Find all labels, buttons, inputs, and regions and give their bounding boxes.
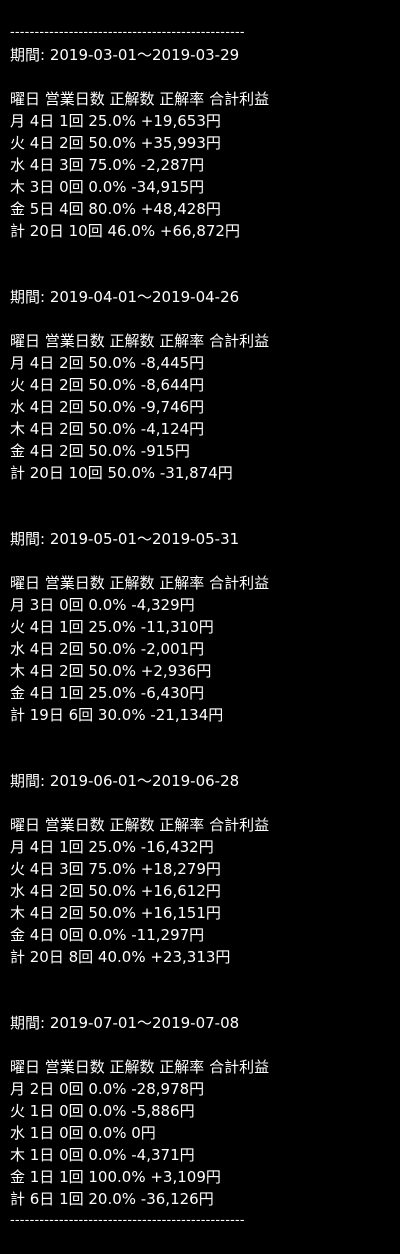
table-row: 火 4日 3回 75.0% +18,279円 [10,860,221,878]
period-block: 期間: 2019-07-01～2019-07-08 曜日 営業日数 正解数 正解… [10,1012,395,1210]
table-header: 曜日 営業日数 正解数 正解率 合計利益 [10,1058,270,1076]
table-row: 月 4日 1回 25.0% +19,653円 [10,112,221,130]
table-header: 曜日 営業日数 正解数 正解率 合計利益 [10,90,270,108]
table-row: 金 5日 4回 80.0% +48,428円 [10,200,221,218]
total-row: 計 20日 10回 50.0% -31,874円 [10,464,233,482]
total-row: 計 20日 8回 40.0% +23,313円 [10,948,231,966]
table-row: 水 4日 3回 75.0% -2,287円 [10,156,205,174]
table-row: 木 4日 2回 50.0% +2,936円 [10,662,212,680]
table-row: 火 1日 0回 0.0% -5,886円 [10,1102,195,1120]
period-block: 期間: 2019-04-01～2019-04-26 曜日 営業日数 正解数 正解… [10,286,395,484]
period-heading: 期間: 2019-06-01～2019-06-28 [10,772,240,790]
table-row: 木 1日 0回 0.0% -4,371円 [10,1146,195,1164]
period-heading: 期間: 2019-04-01～2019-04-26 [10,288,240,306]
table-row: 水 4日 2回 50.0% -9,746円 [10,398,205,416]
total-row: 計 20日 10回 46.0% +66,872円 [10,222,240,240]
table-header: 曜日 営業日数 正解数 正解率 合計利益 [10,574,270,592]
table-row: 金 4日 2回 50.0% -915円 [10,442,190,460]
table-row: 月 3日 0回 0.0% -4,329円 [10,596,195,614]
table-row: 火 4日 1回 25.0% -11,310円 [10,618,214,636]
table-row: 木 4日 2回 50.0% -4,124円 [10,420,205,438]
period-block: 期間: 2019-05-01～2019-05-31 曜日 営業日数 正解数 正解… [10,528,395,726]
period-block: 期間: 2019-03-01～2019-03-29 曜日 営業日数 正解数 正解… [10,44,395,242]
table-row: 火 4日 2回 50.0% +35,993円 [10,134,221,152]
table-row: 金 4日 0回 0.0% -11,297円 [10,926,205,944]
table-row: 金 4日 1回 25.0% -6,430円 [10,684,205,702]
total-row: 計 6日 1回 20.0% -36,126円 [10,1190,214,1208]
period-heading: 期間: 2019-07-01～2019-07-08 [10,1014,240,1032]
table-header: 曜日 営業日数 正解数 正解率 合計利益 [10,332,270,350]
separator-bottom: ----------------------------------------… [10,1213,245,1228]
period-heading: 期間: 2019-05-01～2019-05-31 [10,530,240,548]
table-row: 木 4日 2回 50.0% +16,151円 [10,904,221,922]
table-row: 木 3日 0回 0.0% -34,915円 [10,178,205,196]
separator-top: ----------------------------------------… [10,25,245,40]
table-row: 水 4日 2回 50.0% -2,001円 [10,640,205,658]
table-header: 曜日 営業日数 正解数 正解率 合計利益 [10,816,270,834]
table-row: 月 4日 1回 25.0% -16,432円 [10,838,214,856]
table-row: 月 2日 0回 0.0% -28,978円 [10,1080,205,1098]
table-row: 水 1日 0回 0.0% 0円 [10,1124,156,1142]
table-row: 月 4日 2回 50.0% -8,445円 [10,354,205,372]
table-row: 水 4日 2回 50.0% +16,612円 [10,882,221,900]
period-heading: 期間: 2019-03-01～2019-03-29 [10,46,240,64]
table-row: 金 1日 1回 100.0% +3,109円 [10,1168,221,1186]
table-row: 火 4日 2回 50.0% -8,644円 [10,376,205,394]
period-block: 期間: 2019-06-01～2019-06-28 曜日 営業日数 正解数 正解… [10,770,395,968]
total-row: 計 19日 6回 30.0% -21,134円 [10,706,224,724]
